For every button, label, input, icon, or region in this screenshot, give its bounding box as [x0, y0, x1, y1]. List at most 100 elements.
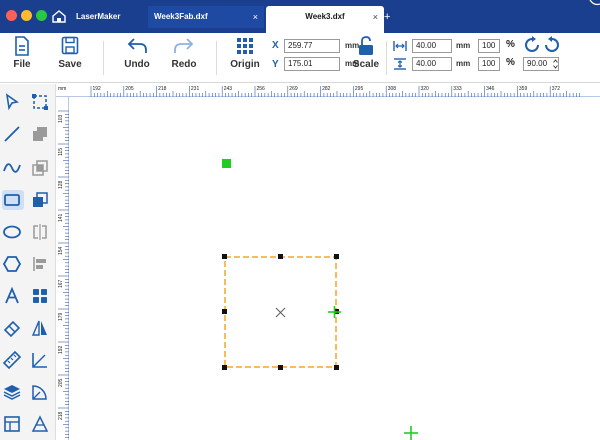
- tab-week3fab-close-icon[interactable]: ×: [253, 6, 258, 28]
- drafting-tool[interactable]: [30, 414, 50, 434]
- union-tool[interactable]: [30, 124, 50, 144]
- ruler-label: 205: [58, 378, 64, 387]
- redo-icon: [174, 38, 194, 53]
- intersect-tool[interactable]: [30, 158, 50, 178]
- minimize-window-button[interactable]: [21, 10, 32, 21]
- ruler-label: 333: [453, 86, 462, 92]
- ruler-label: 256: [257, 86, 266, 92]
- ruler-icon: [2, 350, 22, 370]
- ruler-label: 192: [93, 86, 102, 92]
- maximize-window-button[interactable]: [36, 10, 47, 21]
- origin-label: Origin: [230, 59, 260, 70]
- add-tab-button[interactable]: +: [384, 6, 396, 28]
- ruler-label: 372: [552, 86, 561, 92]
- ruler-label: 205: [125, 86, 134, 92]
- height-unit-label: mm: [456, 59, 471, 68]
- ruler-label: 243: [224, 86, 233, 92]
- eraser-tool[interactable]: [2, 318, 22, 338]
- tab-week3[interactable]: Week3.dxf ×: [266, 6, 384, 33]
- layers-tool[interactable]: [2, 382, 22, 402]
- ruler-label: 359: [519, 86, 528, 92]
- close-window-button[interactable]: [6, 10, 17, 21]
- rotate-icons[interactable]: [525, 36, 559, 54]
- center-cross-icon: [275, 307, 286, 318]
- save-button[interactable]: Save: [56, 36, 84, 70]
- layers-icon: [3, 385, 21, 400]
- ruler-label: 218: [58, 411, 64, 420]
- flip-tool[interactable]: [30, 318, 50, 338]
- vertical-ruler: 103 115 128 141 154 167 179 192 205 218: [56, 97, 69, 440]
- scale-lock-button[interactable]: Scale: [352, 36, 380, 70]
- array-icon: [33, 289, 47, 303]
- eraser-icon: [3, 320, 21, 338]
- y-coord-input[interactable]: 175.01: [284, 57, 340, 71]
- lock-icon: [359, 36, 373, 55]
- ruler-unit-label: mm: [58, 86, 67, 92]
- ruler-label: 282: [322, 86, 331, 92]
- toolbar-divider: [103, 41, 104, 75]
- crosshair-cursor-icon: [404, 426, 418, 440]
- redo-label: Redo: [171, 59, 197, 70]
- ruler-label: 154: [58, 246, 64, 255]
- height-icon: [394, 58, 406, 70]
- ruler-label: 231: [191, 86, 200, 92]
- mirror-icon: [33, 224, 47, 240]
- save-icon: [61, 36, 79, 55]
- select-tool[interactable]: [2, 92, 22, 112]
- file-button[interactable]: File: [10, 36, 34, 70]
- ruler-label: 167: [58, 279, 64, 288]
- height-percent-input[interactable]: 100: [478, 57, 500, 71]
- rotation-pivot-icon[interactable]: [328, 306, 341, 318]
- ruler-label: 179: [58, 312, 64, 321]
- line-tool[interactable]: [2, 124, 22, 144]
- main-toolbar: File Save Undo Redo Origin X 259.77 mm Y…: [0, 33, 600, 83]
- pie-icon: [32, 385, 47, 400]
- drafting-icon: [31, 415, 49, 432]
- redo-button[interactable]: Redo: [168, 36, 200, 70]
- width-input[interactable]: 40.00: [412, 39, 452, 53]
- combine-tool[interactable]: [30, 190, 50, 210]
- tab-week3-close-icon[interactable]: ×: [373, 6, 378, 28]
- toolbar-divider: [386, 41, 387, 75]
- undo-button[interactable]: Undo: [122, 36, 152, 70]
- title-bar: LaserMaker V2.1.7.2 Week3Fab.dxf × Week3…: [0, 0, 600, 43]
- array-tool[interactable]: [30, 286, 50, 306]
- x-coord-input[interactable]: 259.77: [284, 39, 340, 53]
- node-edit-tool[interactable]: [30, 92, 50, 112]
- ellipse-tool[interactable]: [2, 222, 22, 242]
- pie-tool[interactable]: [30, 382, 50, 402]
- curve-icon: [3, 163, 21, 173]
- canvas-shapes: [222, 159, 418, 440]
- ruler-label: 295: [355, 86, 364, 92]
- combine-icon: [33, 192, 48, 207]
- text-tool[interactable]: [2, 286, 22, 306]
- tab-app-title: LaserMaker V2.1.7.2: [70, 6, 146, 43]
- ellipse-icon: [3, 225, 21, 239]
- intersect-icon: [32, 160, 48, 176]
- drawing-canvas[interactable]: [70, 98, 600, 440]
- green-origin-marker[interactable]: [222, 159, 231, 168]
- vertical-ruler-ticks: 103 115 128 141 154 167 179 192 205 218: [58, 110, 69, 439]
- rotate-cw-icon[interactable]: [545, 36, 559, 52]
- table-icon: [4, 416, 20, 432]
- origin-button[interactable]: Origin: [229, 36, 261, 70]
- rotate-ccw-icon[interactable]: [525, 36, 539, 52]
- ruler-label: 320: [421, 86, 430, 92]
- table-tool[interactable]: [2, 414, 22, 434]
- rectangle-tool[interactable]: [2, 190, 24, 210]
- height-input[interactable]: 40.00: [412, 57, 452, 71]
- curve-tool[interactable]: [2, 158, 22, 178]
- measure-tool[interactable]: [2, 350, 22, 370]
- file-icon: [15, 36, 29, 56]
- angle-tool[interactable]: [30, 350, 50, 370]
- tab-week3fab[interactable]: Week3Fab.dxf ×: [148, 6, 264, 28]
- ruler-label: 128: [58, 180, 64, 189]
- polygon-tool[interactable]: [2, 254, 22, 274]
- scale-label: Scale: [352, 59, 380, 70]
- mirror-tool[interactable]: [30, 222, 50, 242]
- align-tool[interactable]: [30, 254, 50, 274]
- rotation-angle-value: 90.00: [527, 59, 548, 68]
- stepper-arrows-icon[interactable]: [553, 58, 558, 70]
- home-icon[interactable]: [52, 10, 66, 23]
- width-percent-input[interactable]: 100: [478, 39, 500, 53]
